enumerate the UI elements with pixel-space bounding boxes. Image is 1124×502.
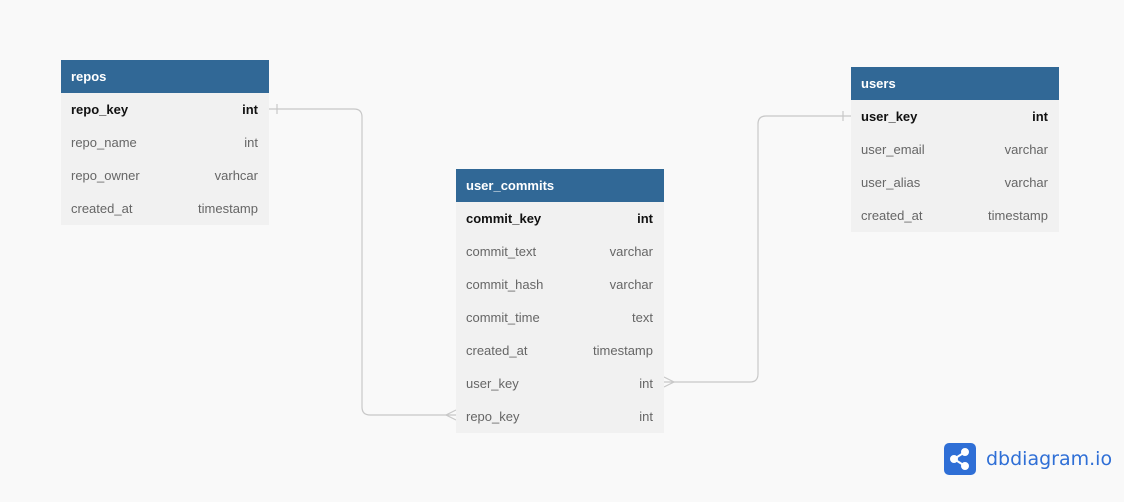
relation-repos-commits (269, 108, 456, 416)
column-type: int (244, 135, 258, 150)
column-row[interactable]: repo_key int (456, 400, 664, 433)
column-type: timestamp (988, 208, 1048, 223)
column-row[interactable]: created_at timestamp (851, 199, 1059, 232)
column-row[interactable]: commit_hash varchar (456, 268, 664, 301)
column-name: repo_owner (71, 168, 140, 183)
column-row[interactable]: repo_owner varhcar (61, 159, 269, 192)
column-name: commit_key (466, 211, 542, 226)
column-row[interactable]: user_alias varchar (851, 166, 1059, 199)
column-name: created_at (466, 343, 528, 358)
column-type: int (1032, 109, 1048, 124)
column-row[interactable]: commit_text varchar (456, 235, 664, 268)
column-row[interactable]: repo_key int (61, 93, 269, 126)
column-row[interactable]: created_at timestamp (61, 192, 269, 225)
table-repos[interactable]: repos repo_key int repo_name int repo_owner v… (61, 60, 269, 225)
column-name: repo_name (71, 135, 137, 150)
column-type: int (637, 211, 653, 226)
column-row[interactable]: commit_key int (456, 202, 664, 235)
column-name: created_at (861, 208, 923, 223)
column-type: int (242, 102, 258, 117)
column-name: commit_hash (466, 277, 544, 292)
column-row[interactable]: commit_time text (456, 301, 664, 334)
share-nodes-icon (944, 443, 976, 475)
column-name: created_at (71, 201, 133, 216)
column-name: repo_key (466, 409, 520, 424)
table-users[interactable]: users user_key int user_email varchar user_a… (851, 67, 1059, 232)
column-type: timestamp (198, 201, 258, 216)
column-type: varchar (1004, 142, 1048, 157)
column-type: varchar (609, 244, 653, 259)
column-name: user_key (861, 109, 918, 124)
table-header[interactable]: user_commits (456, 169, 664, 202)
column-type: int (639, 409, 653, 424)
dbdiagram-logo[interactable]: dbdiagram.io (944, 443, 1112, 475)
column-row[interactable]: user_email varchar (851, 133, 1059, 166)
column-type: int (639, 376, 653, 391)
column-name: repo_key (71, 102, 129, 117)
column-name: user_alias (861, 175, 921, 190)
column-row[interactable]: user_key int (851, 100, 1059, 133)
table-header[interactable]: repos (61, 60, 269, 93)
relation-users-commits (664, 115, 851, 383)
table-header[interactable]: users (851, 67, 1059, 100)
column-row[interactable]: created_at timestamp (456, 334, 664, 367)
column-row[interactable]: user_key int (456, 367, 664, 400)
column-type: text (632, 310, 653, 325)
column-name: commit_text (466, 244, 537, 259)
column-name: user_email (861, 142, 925, 157)
column-type: timestamp (593, 343, 653, 358)
column-type: varchar (1004, 175, 1048, 190)
table-user-commits[interactable]: user_commits commit_key int commit_text var… (456, 169, 664, 433)
column-name: commit_time (466, 310, 540, 325)
column-name: user_key (466, 376, 519, 391)
column-type: varhcar (214, 168, 258, 183)
column-type: varchar (609, 277, 653, 292)
logo-text: dbdiagram.io (986, 448, 1113, 470)
column-row[interactable]: repo_name int (61, 126, 269, 159)
